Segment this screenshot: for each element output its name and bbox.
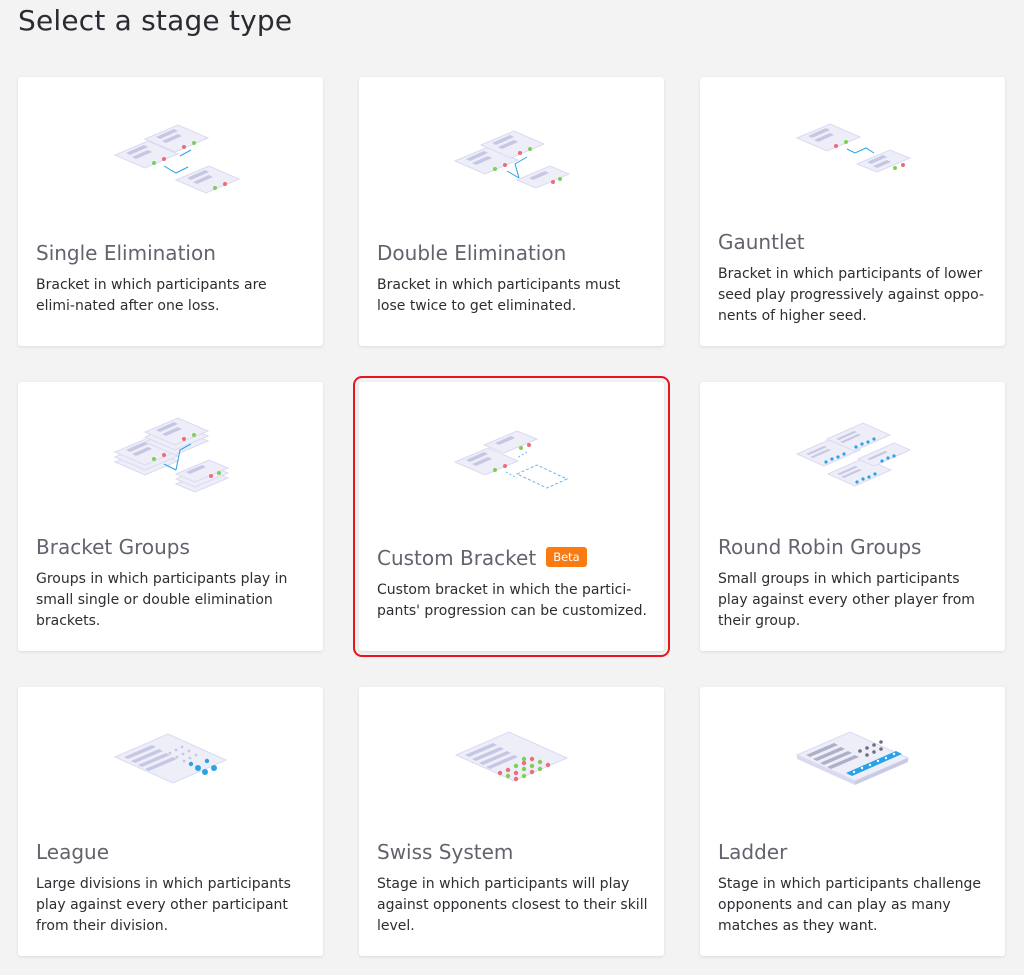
round-robin-groups-icon bbox=[795, 422, 912, 487]
card-title: Gauntlet bbox=[718, 230, 805, 254]
card-title: Custom Bracket Beta bbox=[377, 546, 587, 570]
ladder-ranking-icon bbox=[795, 731, 910, 785]
card-title: Ladder bbox=[718, 840, 788, 864]
double-elimination-bracket-icon bbox=[453, 130, 571, 189]
gauntlet-bracket-icon bbox=[795, 123, 912, 173]
stage-type-card-custom-bracket[interactable]: Custom Bracket Beta Custom bracket in whi… bbox=[353, 376, 670, 657]
card-description: Stage in which participants will play ag… bbox=[377, 876, 648, 934]
card-description: Bracket in which participants must lose … bbox=[377, 277, 621, 314]
card-title-text: Custom Bracket bbox=[377, 546, 537, 570]
card-description: Stage in which participants challenge op… bbox=[718, 876, 982, 934]
card-title: Double Elimination bbox=[377, 241, 567, 265]
bracket-groups-icon bbox=[113, 417, 230, 493]
swiss-system-grid-icon bbox=[454, 731, 569, 782]
card-description: Large divisions in which participants pl… bbox=[36, 876, 291, 934]
beta-badge: Beta bbox=[546, 547, 587, 567]
card-title: Bracket Groups bbox=[36, 535, 190, 559]
stage-type-card-ladder[interactable]: Ladder Stage in which participants chall… bbox=[700, 687, 1005, 956]
custom-bracket-icon bbox=[453, 430, 569, 489]
league-table-icon bbox=[113, 733, 228, 784]
stage-type-card-round-robin-groups[interactable]: Round Robin Groups Small groups in which… bbox=[700, 382, 1005, 651]
card-description: Bracket in which participants are elimi-… bbox=[36, 277, 267, 314]
stage-type-card-single-elimination[interactable]: Single Elimination Bracket in which part… bbox=[18, 77, 323, 346]
card-title: Single Elimination bbox=[36, 241, 216, 265]
card-description: Bracket in which participants of lower s… bbox=[718, 266, 985, 324]
card-title: Swiss System bbox=[377, 840, 514, 864]
stage-type-card-league[interactable]: League Large divisions in which particip… bbox=[18, 687, 323, 956]
stage-type-card-bracket-groups[interactable]: Bracket Groups Groups in which participa… bbox=[18, 382, 323, 651]
stage-type-card-gauntlet[interactable]: Gauntlet Bracket in which participants o… bbox=[700, 77, 1005, 346]
stage-type-card-double-elimination[interactable]: Double Elimination Bracket in which part… bbox=[359, 77, 664, 346]
card-description: Groups in which participants play in sma… bbox=[36, 571, 288, 629]
card-title: Round Robin Groups bbox=[718, 535, 922, 559]
stage-type-card-swiss-system[interactable]: Swiss System Stage in which participants… bbox=[359, 687, 664, 956]
card-title: League bbox=[36, 840, 110, 864]
card-description: Small groups in which participants play … bbox=[718, 571, 975, 629]
card-description: Custom bracket in which the partici-pant… bbox=[377, 582, 647, 619]
single-elimination-bracket-icon bbox=[113, 124, 241, 194]
page-title: Select a stage type bbox=[18, 4, 293, 37]
